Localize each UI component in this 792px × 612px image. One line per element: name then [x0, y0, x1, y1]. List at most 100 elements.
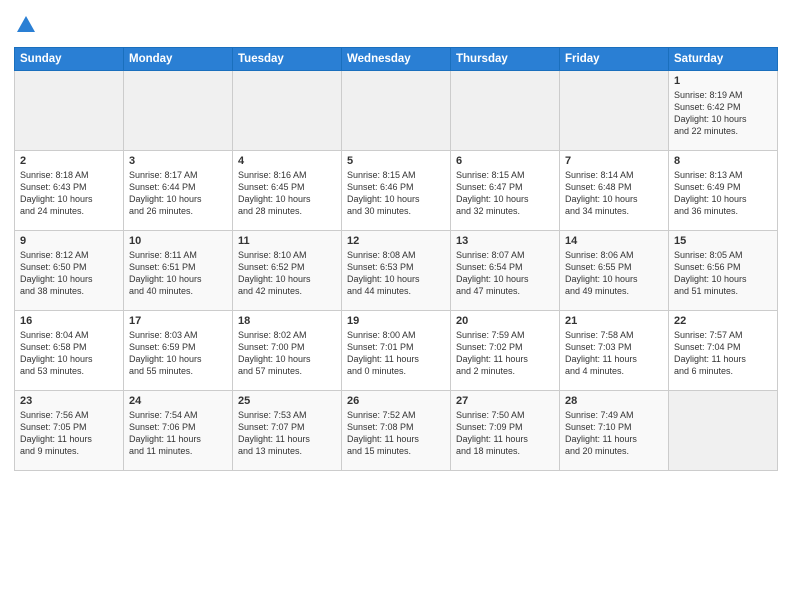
calendar-cell: 19 Sunrise: 8:00 AM Sunset: 7:01 PM Dayli…: [342, 310, 451, 390]
day-info: Sunrise: 8:16 AM Sunset: 6:45 PM Dayligh…: [238, 169, 336, 218]
calendar-cell: 11 Sunrise: 8:10 AM Sunset: 6:52 PM Dayli…: [233, 230, 342, 310]
calendar-header-thursday: Thursday: [451, 47, 560, 70]
day-info: Sunrise: 8:04 AM Sunset: 6:58 PM Dayligh…: [20, 329, 118, 378]
day-info: Sunrise: 8:17 AM Sunset: 6:44 PM Dayligh…: [129, 169, 227, 218]
calendar-cell: [560, 70, 669, 150]
day-number: 12: [347, 235, 445, 247]
day-info: Sunrise: 7:54 AM Sunset: 7:06 PM Dayligh…: [129, 409, 227, 458]
day-info: Sunrise: 7:50 AM Sunset: 7:09 PM Dayligh…: [456, 409, 554, 458]
calendar-cell: 26 Sunrise: 7:52 AM Sunset: 7:08 PM Dayli…: [342, 390, 451, 470]
calendar-cell: 18Sunrise: 8:02 AM Sunset: 7:00 PM Dayli…: [233, 310, 342, 390]
calendar-cell: [669, 390, 778, 470]
calendar-cell: 5 Sunrise: 8:15 AM Sunset: 6:46 PM Daylig…: [342, 150, 451, 230]
day-number: 26: [347, 395, 445, 407]
day-number: 19: [347, 315, 445, 327]
day-info: Sunrise: 7:53 AM Sunset: 7:07 PM Dayligh…: [238, 409, 336, 458]
day-info: Sunrise: 8:15 AM Sunset: 6:46 PM Dayligh…: [347, 169, 445, 218]
calendar-cell: 6 Sunrise: 8:15 AM Sunset: 6:47 PM Daylig…: [451, 150, 560, 230]
calendar-header-saturday: Saturday: [669, 47, 778, 70]
day-info: Sunrise: 8:06 AM Sunset: 6:55 PM Dayligh…: [565, 249, 663, 298]
day-number: 9: [20, 235, 118, 247]
calendar-cell: [233, 70, 342, 150]
day-info: Sunrise: 7:52 AM Sunset: 7:08 PM Dayligh…: [347, 409, 445, 458]
calendar-cell: 22 Sunrise: 7:57 AM Sunset: 7:04 PM Dayli…: [669, 310, 778, 390]
day-info: Sunrise: 8:10 AM Sunset: 6:52 PM Dayligh…: [238, 249, 336, 298]
day-number: 28: [565, 395, 663, 407]
logo: [14, 14, 37, 41]
day-info: Sunrise: 8:03 AM Sunset: 6:59 PM Dayligh…: [129, 329, 227, 378]
day-number: 10: [129, 235, 227, 247]
day-number: 7: [565, 155, 663, 167]
calendar-week-4: 23 Sunrise: 7:56 AM Sunset: 7:05 PM Dayli…: [15, 390, 778, 470]
day-info: Sunrise: 7:58 AM Sunset: 7:03 PM Dayligh…: [565, 329, 663, 378]
calendar-cell: [124, 70, 233, 150]
calendar-cell: 1 Sunrise: 8:19 AM Sunset: 6:42 PM Daylig…: [669, 70, 778, 150]
day-info: Sunrise: 8:18 AM Sunset: 6:43 PM Dayligh…: [20, 169, 118, 218]
day-number: 5: [347, 155, 445, 167]
day-number: 1: [674, 75, 772, 87]
calendar-cell: [342, 70, 451, 150]
calendar-header-sunday: Sunday: [15, 47, 124, 70]
calendar-cell: 21Sunrise: 7:58 AM Sunset: 7:03 PM Dayli…: [560, 310, 669, 390]
day-number: 3: [129, 155, 227, 167]
day-info: Sunrise: 8:07 AM Sunset: 6:54 PM Dayligh…: [456, 249, 554, 298]
day-info: Sunrise: 8:00 AM Sunset: 7:01 PM Dayligh…: [347, 329, 445, 378]
calendar-cell: 7 Sunrise: 8:14 AM Sunset: 6:48 PM Daylig…: [560, 150, 669, 230]
calendar-header-tuesday: Tuesday: [233, 47, 342, 70]
calendar-cell: 3 Sunrise: 8:17 AM Sunset: 6:44 PM Daylig…: [124, 150, 233, 230]
calendar-cell: 20 Sunrise: 7:59 AM Sunset: 7:02 PM Dayli…: [451, 310, 560, 390]
day-info: Sunrise: 8:13 AM Sunset: 6:49 PM Dayligh…: [674, 169, 772, 218]
day-info: Sunrise: 7:49 AM Sunset: 7:10 PM Dayligh…: [565, 409, 663, 458]
day-info: Sunrise: 8:02 AM Sunset: 7:00 PM Dayligh…: [238, 329, 336, 378]
day-info: Sunrise: 8:14 AM Sunset: 6:48 PM Dayligh…: [565, 169, 663, 218]
day-number: 20: [456, 315, 554, 327]
day-info: Sunrise: 7:57 AM Sunset: 7:04 PM Dayligh…: [674, 329, 772, 378]
day-info: Sunrise: 8:15 AM Sunset: 6:47 PM Dayligh…: [456, 169, 554, 218]
day-number: 22: [674, 315, 772, 327]
day-number: 13: [456, 235, 554, 247]
calendar-cell: 24 Sunrise: 7:54 AM Sunset: 7:06 PM Dayli…: [124, 390, 233, 470]
day-info: Sunrise: 7:59 AM Sunset: 7:02 PM Dayligh…: [456, 329, 554, 378]
day-info: Sunrise: 8:19 AM Sunset: 6:42 PM Dayligh…: [674, 89, 772, 138]
day-number: 23: [20, 395, 118, 407]
calendar-cell: 13 Sunrise: 8:07 AM Sunset: 6:54 PM Dayli…: [451, 230, 560, 310]
day-number: 8: [674, 155, 772, 167]
calendar-cell: 28 Sunrise: 7:49 AM Sunset: 7:10 PM Dayli…: [560, 390, 669, 470]
calendar-cell: 23 Sunrise: 7:56 AM Sunset: 7:05 PM Dayli…: [15, 390, 124, 470]
calendar-cell: 12Sunrise: 8:08 AM Sunset: 6:53 PM Dayli…: [342, 230, 451, 310]
page: SundayMondayTuesdayWednesdayThursdayFrid…: [0, 0, 792, 612]
calendar-week-3: 16 Sunrise: 8:04 AM Sunset: 6:58 PM Dayli…: [15, 310, 778, 390]
calendar-header-monday: Monday: [124, 47, 233, 70]
day-info: Sunrise: 8:12 AM Sunset: 6:50 PM Dayligh…: [20, 249, 118, 298]
day-number: 11: [238, 235, 336, 247]
day-number: 25: [238, 395, 336, 407]
calendar-cell: 15Sunrise: 8:05 AM Sunset: 6:56 PM Dayli…: [669, 230, 778, 310]
day-number: 4: [238, 155, 336, 167]
calendar-cell: 25 Sunrise: 7:53 AM Sunset: 7:07 PM Dayli…: [233, 390, 342, 470]
day-number: 14: [565, 235, 663, 247]
calendar-header-row: SundayMondayTuesdayWednesdayThursdayFrid…: [15, 47, 778, 70]
calendar-cell: 27 Sunrise: 7:50 AM Sunset: 7:09 PM Dayli…: [451, 390, 560, 470]
day-info: Sunrise: 8:05 AM Sunset: 6:56 PM Dayligh…: [674, 249, 772, 298]
calendar-cell: [15, 70, 124, 150]
calendar-cell: 17Sunrise: 8:03 AM Sunset: 6:59 PM Dayli…: [124, 310, 233, 390]
day-info: Sunrise: 8:11 AM Sunset: 6:51 PM Dayligh…: [129, 249, 227, 298]
day-number: 16: [20, 315, 118, 327]
day-number: 24: [129, 395, 227, 407]
calendar-week-1: 2 Sunrise: 8:18 AM Sunset: 6:43 PM Daylig…: [15, 150, 778, 230]
calendar-header-friday: Friday: [560, 47, 669, 70]
calendar: SundayMondayTuesdayWednesdayThursdayFrid…: [14, 47, 778, 471]
calendar-week-2: 9 Sunrise: 8:12 AM Sunset: 6:50 PM Daylig…: [15, 230, 778, 310]
day-number: 27: [456, 395, 554, 407]
calendar-cell: 14 Sunrise: 8:06 AM Sunset: 6:55 PM Dayli…: [560, 230, 669, 310]
day-info: Sunrise: 7:56 AM Sunset: 7:05 PM Dayligh…: [20, 409, 118, 458]
header: [14, 10, 778, 41]
day-number: 2: [20, 155, 118, 167]
calendar-cell: 4 Sunrise: 8:16 AM Sunset: 6:45 PM Daylig…: [233, 150, 342, 230]
day-number: 6: [456, 155, 554, 167]
calendar-cell: 8 Sunrise: 8:13 AM Sunset: 6:49 PM Daylig…: [669, 150, 778, 230]
calendar-header-wednesday: Wednesday: [342, 47, 451, 70]
calendar-cell: 16 Sunrise: 8:04 AM Sunset: 6:58 PM Dayli…: [15, 310, 124, 390]
calendar-cell: [451, 70, 560, 150]
calendar-cell: 2 Sunrise: 8:18 AM Sunset: 6:43 PM Daylig…: [15, 150, 124, 230]
